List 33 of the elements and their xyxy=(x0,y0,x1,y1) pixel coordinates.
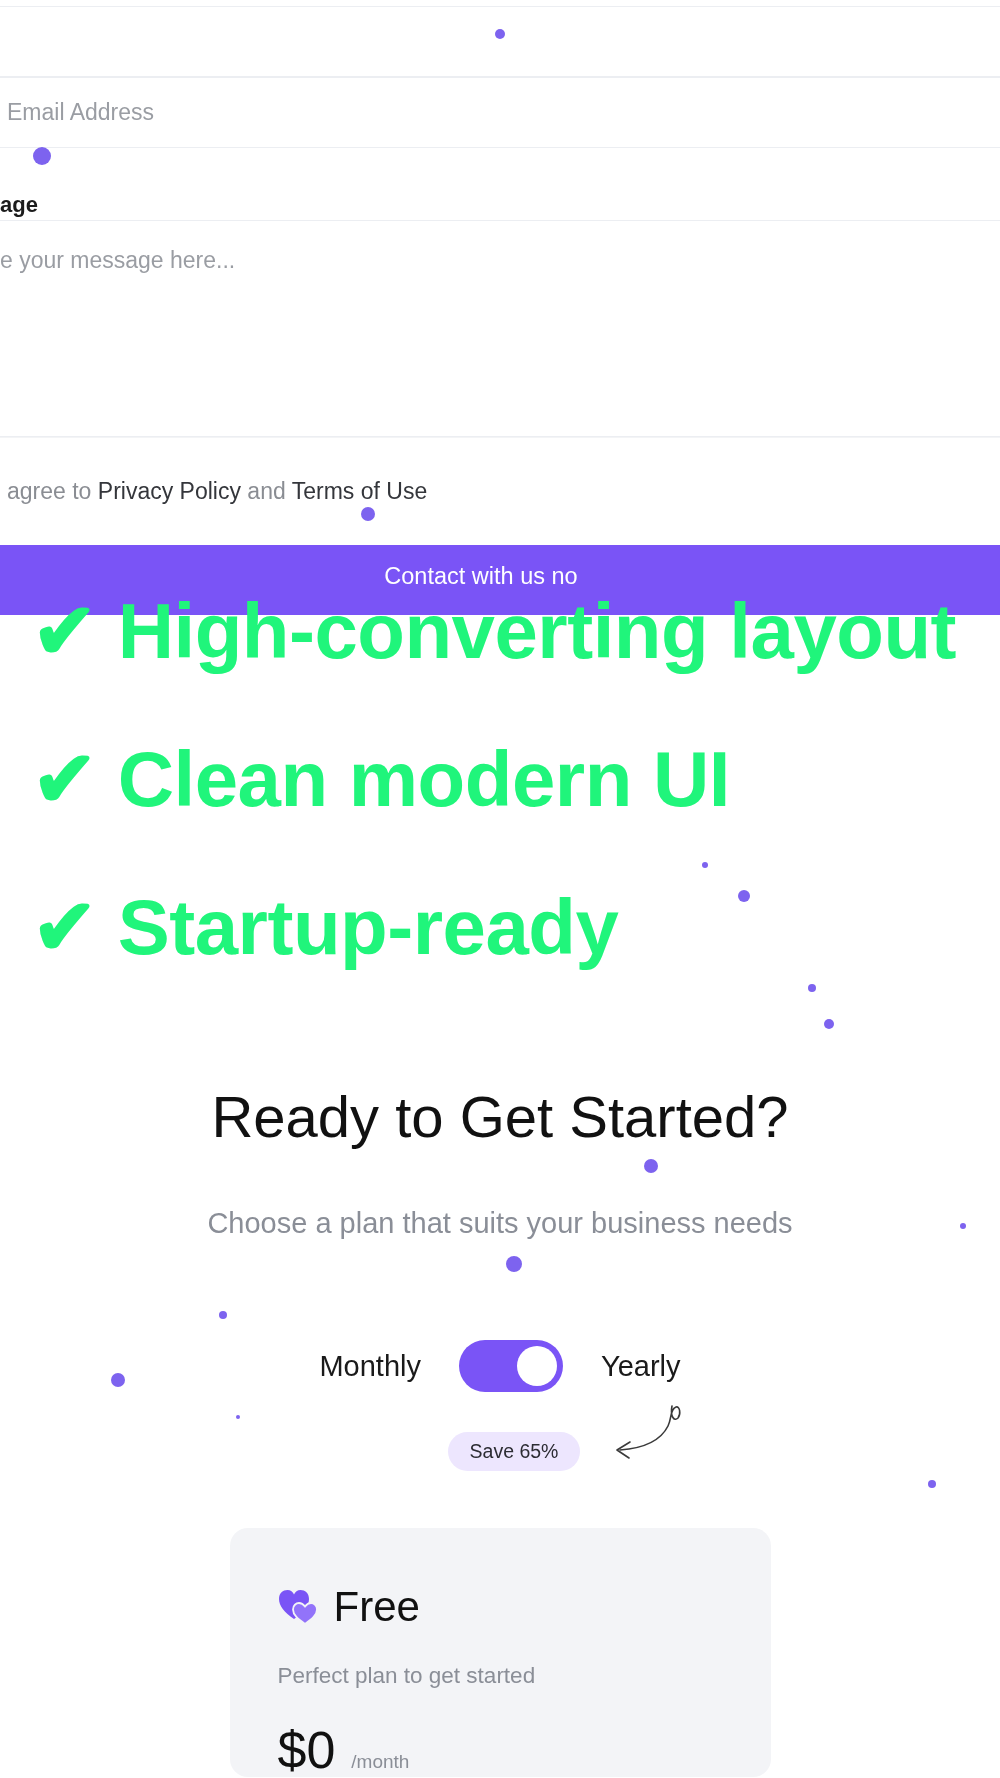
price-period: /month xyxy=(351,1750,410,1774)
hearts-icon xyxy=(277,1589,318,1625)
dot-icon xyxy=(824,1019,834,1029)
dot-icon xyxy=(702,862,708,868)
dot-icon xyxy=(738,890,750,902)
dot-icon xyxy=(33,147,51,165)
plan-price: $0 xyxy=(277,1724,336,1776)
dot-icon xyxy=(236,1415,240,1419)
dot-icon xyxy=(495,29,505,39)
billing-toggle[interactable] xyxy=(459,1340,563,1392)
dot-icon xyxy=(928,1480,936,1488)
input-field[interactable]: Email Address xyxy=(0,77,1000,148)
dot-icon xyxy=(960,1223,966,1229)
agreement-link[interactable]: Terms of Use xyxy=(291,478,428,505)
dot-icon xyxy=(111,1373,125,1387)
section-subtitle: Choose a plan that suits your business needs xyxy=(207,1206,793,1240)
billing-label: Monthly xyxy=(319,1349,421,1383)
input-field[interactable] xyxy=(0,6,1000,77)
dot-icon xyxy=(808,984,816,992)
message-field[interactable]: e your message here... xyxy=(0,220,1000,437)
billing-label: Yearly xyxy=(601,1349,681,1383)
dot-icon xyxy=(361,507,375,521)
plan-name: Free xyxy=(333,1584,420,1630)
dot-icon xyxy=(506,1256,522,1272)
plan-description: Perfect plan to get started xyxy=(277,1663,536,1689)
dot-icon xyxy=(644,1159,658,1173)
dot-icon xyxy=(219,1311,227,1319)
field-label: age xyxy=(0,191,38,218)
agreement-link[interactable]: Privacy Policy xyxy=(97,478,241,505)
agreement-text: agree to Privacy Policy and Terms of Use xyxy=(7,477,428,507)
save-badge: Save 65% xyxy=(447,1432,581,1471)
caption-text: ✔ Clean modern UI xyxy=(32,740,730,818)
section-heading: Ready to Get Started? xyxy=(211,1084,789,1150)
